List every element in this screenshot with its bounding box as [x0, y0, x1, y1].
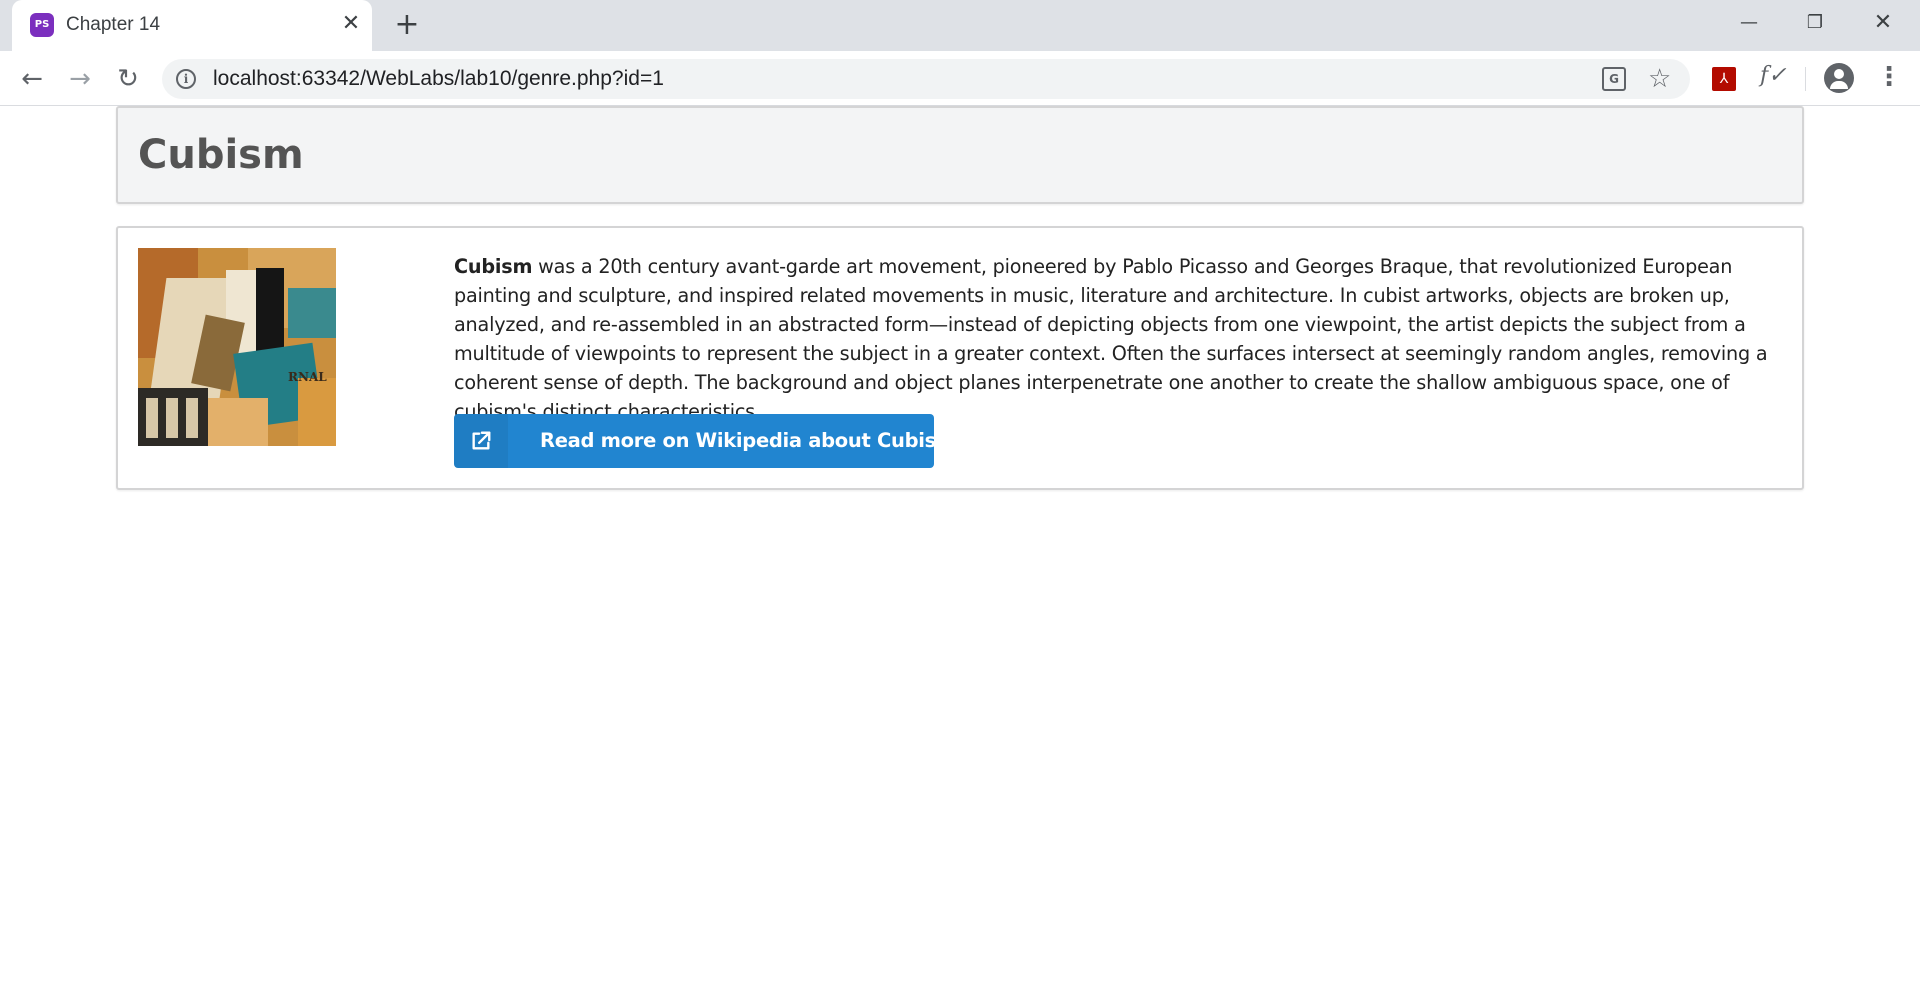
cubism-artwork-image: RNAL [138, 248, 336, 446]
minimize-window-icon[interactable]: — [1726, 6, 1772, 40]
reload-icon[interactable]: ↻ [110, 61, 146, 97]
genre-description-text: was a 20th century avant-garde art movem… [454, 255, 1768, 423]
wikipedia-button-label: Read more on Wikipedia about Cubism [540, 429, 956, 452]
tab-title: Chapter 14 [66, 14, 161, 35]
bookmark-star-icon[interactable]: ☆ [1648, 63, 1671, 95]
close-window-icon[interactable]: ✕ [1860, 6, 1906, 40]
restore-window-icon[interactable]: ❐ [1792, 6, 1838, 40]
close-tab-icon[interactable]: ✕ [337, 10, 365, 38]
tab-strip: PS Chapter 14 ✕ + — ❐ ✕ [0, 0, 1920, 51]
page-content: Cubism RNAL Cubism was a 20th century av… [0, 106, 1920, 1007]
wikipedia-link-button[interactable]: Read more on Wikipedia about Cubism [454, 414, 956, 468]
browser-toolbar: ← → ↻ i localhost:63342/WebLabs/lab10/ge… [0, 51, 1920, 106]
external-link-icon [472, 431, 491, 450]
genre-card: RNAL Cubism was a 20th century avant-gar… [116, 226, 1804, 490]
genre-description: Cubism was a 20th century avant-garde ar… [454, 252, 1784, 426]
translate-icon[interactable]: G [1602, 67, 1626, 91]
back-arrow-icon[interactable]: ← [14, 61, 50, 97]
address-bar[interactable]: i localhost:63342/WebLabs/lab10/genre.ph… [162, 59, 1690, 99]
pdf-extension-icon[interactable]: ⅄ [1712, 67, 1736, 91]
info-icon[interactable]: i [176, 69, 196, 89]
fx-extension-icon[interactable]: f✓ [1760, 63, 1787, 88]
genre-term: Cubism [454, 255, 533, 278]
artwork-caption-fragment: RNAL [288, 370, 327, 384]
forward-arrow-icon[interactable]: → [62, 61, 98, 97]
page-title: Cubism [138, 132, 304, 178]
url-text[interactable]: localhost:63342/WebLabs/lab10/genre.php?… [213, 67, 664, 91]
toolbar-divider [1805, 67, 1806, 91]
wikipedia-button-icon-box [454, 414, 508, 468]
profile-avatar-icon[interactable] [1824, 63, 1854, 93]
title-segment: Cubism [116, 106, 1804, 204]
phpstorm-favicon-icon: PS [30, 13, 54, 37]
browser-tab[interactable]: PS Chapter 14 ✕ [12, 0, 372, 51]
new-tab-icon[interactable]: + [390, 9, 424, 43]
kebab-menu-icon[interactable]: ⋮ [1876, 61, 1902, 97]
